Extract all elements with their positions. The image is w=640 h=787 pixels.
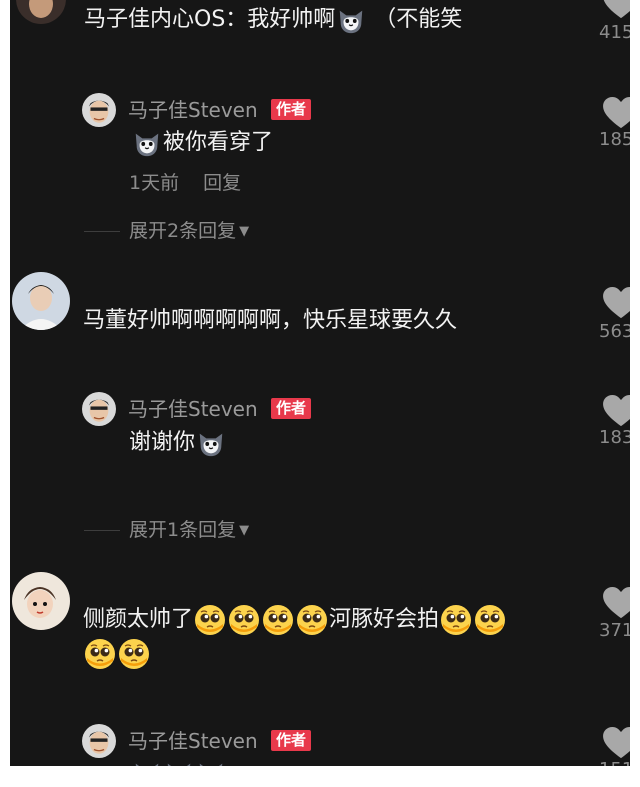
pleading-face-emoji	[296, 604, 328, 636]
heart-icon	[602, 394, 630, 428]
reply-username[interactable]: 马子佳Steven	[128, 728, 258, 754]
heart-icon	[602, 0, 630, 20]
pleading-face-emoji	[84, 638, 116, 670]
like-count: 415	[599, 22, 630, 43]
author-avatar[interactable]	[82, 93, 116, 127]
like-count: 371	[599, 620, 630, 641]
like-count: 563	[599, 321, 630, 342]
pleading-face-emoji	[118, 638, 150, 670]
heart-icon	[602, 586, 630, 620]
comment-text: 马董好帅啊啊啊啊啊，快乐星球要久久	[83, 308, 458, 333]
like-count: 151	[599, 759, 630, 766]
cat-sticker-emoji	[196, 758, 226, 766]
author-avatar[interactable]	[82, 392, 116, 426]
like-button[interactable]	[602, 0, 630, 20]
author-badge: 作者	[271, 730, 312, 751]
cat-sticker-emoji	[164, 758, 194, 766]
pleading-face-emoji	[474, 604, 506, 636]
cat-sticker-emoji	[132, 128, 162, 158]
heart-icon	[602, 286, 630, 320]
caret-down-icon: ▼	[239, 224, 250, 239]
reply-username[interactable]: 马子佳Steven	[128, 396, 258, 422]
author-badge: 作者	[271, 99, 312, 120]
expand-divider	[84, 231, 120, 232]
pleading-face-emoji	[194, 604, 226, 636]
reply-time: 1天前	[129, 172, 180, 194]
pleading-face-emoji	[228, 604, 260, 636]
cat-sticker-emoji	[336, 5, 366, 35]
pleading-face-emoji	[440, 604, 472, 636]
author-avatar[interactable]	[82, 724, 116, 758]
like-button[interactable]	[602, 726, 630, 760]
like-count: 183	[599, 427, 630, 448]
expand-divider	[84, 530, 120, 531]
commenter-avatar[interactable]	[12, 272, 70, 330]
cat-sticker-emoji	[196, 428, 226, 458]
comment-text-continued	[83, 638, 151, 670]
comment-text: 侧颜太帅了 河豚好会拍	[83, 604, 507, 636]
expand-replies-button[interactable]: 展开2条回复 ▼	[129, 218, 249, 245]
pleading-face-emoji	[262, 604, 294, 636]
comment-screen: 马子佳内心OS：我好帅啊 （不能笑 415 马子佳Steven 作者 被你看穿了…	[10, 0, 630, 766]
reply-link[interactable]: 回复	[203, 172, 241, 194]
reply-text: 谢谢你	[129, 428, 227, 458]
cat-sticker-emoji	[132, 758, 162, 766]
reply-username[interactable]: 马子佳Steven	[128, 97, 258, 123]
commenter-avatar[interactable]	[12, 572, 70, 630]
like-button[interactable]	[602, 586, 630, 620]
reply-meta: 1天前 回复	[129, 170, 241, 196]
reply-text: 被你看穿了	[131, 128, 273, 158]
like-button[interactable]	[602, 286, 630, 320]
like-button[interactable]	[602, 96, 630, 130]
heart-icon	[602, 726, 630, 760]
caret-down-icon: ▼	[239, 523, 250, 538]
commenter-avatar[interactable]	[16, 0, 66, 24]
reply-text-partial	[131, 758, 227, 766]
heart-icon	[602, 96, 630, 130]
comment-text: 马子佳内心OS：我好帅啊 （不能笑	[84, 5, 462, 35]
like-button[interactable]	[602, 394, 630, 428]
like-count: 185	[599, 129, 630, 150]
expand-replies-button[interactable]: 展开1条回复 ▼	[129, 517, 249, 544]
author-badge: 作者	[271, 398, 312, 419]
